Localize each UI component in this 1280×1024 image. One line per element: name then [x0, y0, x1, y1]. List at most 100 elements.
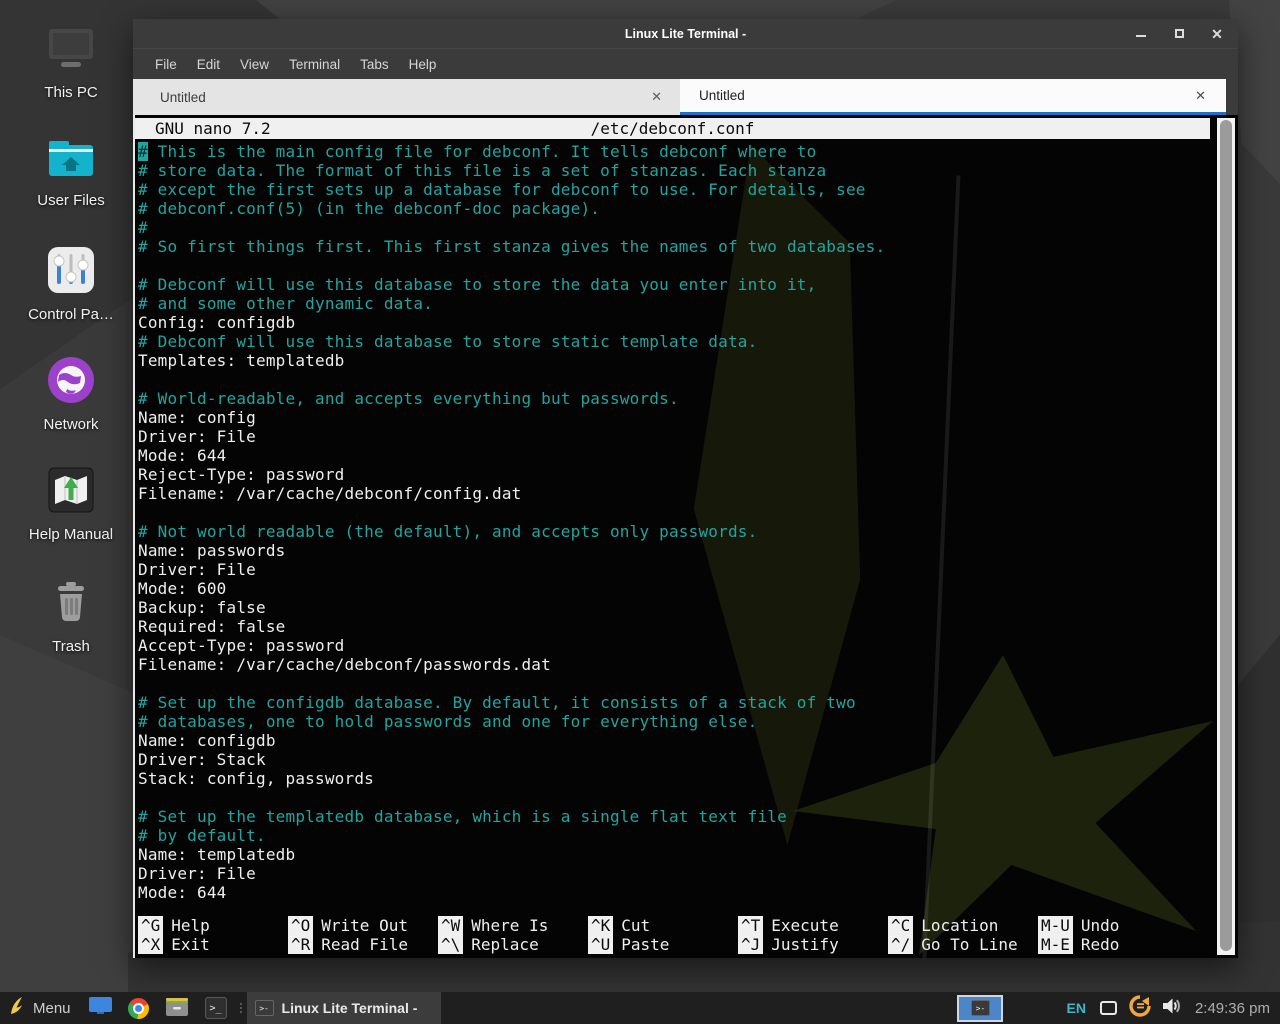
shortcut-label: Location	[921, 916, 998, 935]
shortcut-label: Write Out	[321, 916, 408, 935]
taskbar: Menu >_ >- Linux Lite Terminal - >- EN	[0, 992, 1280, 1024]
desktop-icon-this-pc[interactable]: This PC	[12, 26, 130, 101]
taskbar-window-label: Linux Lite Terminal -	[282, 1000, 418, 1016]
volume-control[interactable]	[1156, 992, 1187, 1024]
desktop-icon-user-files[interactable]: User Files	[12, 136, 130, 209]
editor-line: Filename: /var/cache/debconf/config.dat	[135, 484, 1210, 503]
editor-line	[135, 788, 1210, 807]
chrome-launcher[interactable]	[120, 992, 157, 1024]
clock[interactable]: 2:49:36 pm	[1187, 1000, 1280, 1017]
shortcut-label: Exit	[171, 935, 210, 954]
shortcut-row-1: ^GHelp^OWrite Out^WWhere Is^KCut^TExecut…	[135, 916, 1210, 935]
shortcut-key: M-E	[1038, 935, 1073, 954]
shortcut-key: ^T	[738, 916, 763, 935]
editor-line: Driver: File	[135, 427, 1210, 446]
shortcut-key: ^X	[138, 935, 163, 954]
shortcut-label: Cut	[621, 916, 650, 935]
show-desktop-button[interactable]	[81, 992, 120, 1024]
editor-line: Reject-Type: password	[135, 465, 1210, 484]
editor-line: Mode: 600	[135, 579, 1210, 598]
close-button[interactable]: ✕	[1210, 27, 1224, 41]
shortcut-row-2: ^XExit^RRead File^\Replace^UPaste^JJusti…	[135, 935, 1210, 954]
menu-item-file[interactable]: File	[145, 57, 187, 72]
terminal-launcher[interactable]: >_	[197, 992, 235, 1024]
editor-line: Filename: /var/cache/debconf/passwords.d…	[135, 655, 1210, 674]
terminal-content[interactable]: GNU nano 7.2 /etc/debconf.conf # This is…	[133, 115, 1238, 958]
desktop-icon-label: This PC	[44, 84, 97, 101]
editor-line: # except the first sets up a database fo…	[135, 180, 1210, 199]
editor-line	[135, 503, 1210, 522]
shortcut-help: ^GHelp	[135, 916, 285, 935]
nano-titlebar: GNU nano 7.2 /etc/debconf.conf	[135, 118, 1210, 139]
menu-item-edit[interactable]: Edit	[187, 57, 230, 72]
file-manager-launcher[interactable]	[157, 992, 197, 1024]
menu-label: Menu	[33, 1000, 71, 1017]
scrollbar-thumb[interactable]	[1220, 120, 1232, 951]
terminal-icon: >_	[205, 997, 227, 1019]
editor-line: # This is the main config file for debco…	[135, 142, 1210, 161]
editor-line: # databases, one to hold passwords and o…	[135, 712, 1210, 731]
editor-line: # Debconf will use this database to stor…	[135, 275, 1210, 294]
file-manager-icon	[165, 995, 189, 1022]
window-titlebar[interactable]: Linux Lite Terminal - ✕	[133, 19, 1238, 48]
desktop-icon-trash[interactable]: Trash	[12, 578, 130, 655]
shortcut-redo: M-E Redo	[1035, 935, 1185, 954]
shortcut-execute: ^T Execute	[735, 916, 885, 935]
editor-line: Templates: templatedb	[135, 351, 1210, 370]
desktop-icon-label: Network	[43, 416, 98, 433]
shortcut-location: ^CLocation	[885, 916, 1035, 935]
tab-untitled-2[interactable]: Untitled ✕	[680, 79, 1226, 115]
editor-line: Backup: false	[135, 598, 1210, 617]
editor-line: Name: config	[135, 408, 1210, 427]
taskbar-window-button[interactable]: >- Linux Lite Terminal -	[247, 992, 441, 1024]
shortcut-label: Redo	[1081, 935, 1120, 954]
start-menu-button[interactable]: Menu	[0, 992, 81, 1024]
shortcut-key: M-U	[1038, 916, 1073, 935]
tab-close-icon[interactable]: ✕	[1191, 88, 1210, 104]
editor-line: Mode: 644	[135, 446, 1210, 465]
text-cursor: #	[138, 142, 148, 161]
speaker-icon	[1161, 996, 1182, 1021]
menu-item-terminal[interactable]: Terminal	[279, 57, 350, 72]
shortcut-read-file: ^RRead File	[285, 935, 435, 954]
editor-line: # by default.	[135, 826, 1210, 845]
tab-bar: Untitled ✕ Untitled ✕	[133, 79, 1238, 115]
tab-close-icon[interactable]: ✕	[647, 89, 666, 105]
terminal-scrollbar[interactable]	[1217, 118, 1235, 955]
editor-line	[135, 674, 1210, 693]
user-files-folder-icon	[45, 136, 97, 185]
tab-untitled-1[interactable]: Untitled ✕	[133, 79, 680, 115]
terminal-icon: >-	[255, 1000, 274, 1016]
nano-shortcuts: ^GHelp^OWrite Out^WWhere Is^KCut^TExecut…	[135, 916, 1210, 954]
window-tray-icon[interactable]	[1100, 1001, 1117, 1015]
shortcut-undo: M-UUndo	[1035, 916, 1185, 935]
desktop-icon-control-panel[interactable]: Control Pa…	[12, 246, 130, 323]
editor-line: Stack: config, passwords	[135, 769, 1210, 788]
desktop-icon-blue	[89, 997, 112, 1019]
desktop-icon-help-manual[interactable]: Help Manual	[12, 466, 130, 543]
chrome-icon	[128, 998, 149, 1019]
workspace-pager[interactable]: >-	[957, 995, 1003, 1022]
editor-line: # So first things first. This first stan…	[135, 237, 1210, 256]
minimize-icon	[1136, 35, 1146, 37]
shortcut-key: ^U	[588, 935, 613, 954]
menu-item-help[interactable]: Help	[399, 57, 447, 72]
menu-item-view[interactable]: View	[230, 57, 279, 72]
update-notifier[interactable]	[1124, 992, 1156, 1024]
terminal-icon: >-	[971, 1000, 990, 1016]
tab-label: Untitled	[680, 88, 745, 103]
keyboard-layout-indicator[interactable]: EN	[1059, 1000, 1092, 1016]
desktop-icon-label: Help Manual	[29, 526, 113, 543]
editor-line: # store data. The format of this file is…	[135, 161, 1210, 180]
shortcut-key: ^G	[138, 916, 163, 935]
editor-line: # Debconf will use this database to stor…	[135, 332, 1210, 351]
desktop-icon-network[interactable]: Network	[12, 356, 130, 433]
shortcut-label: Execute	[771, 916, 838, 935]
minimize-button[interactable]	[1134, 27, 1148, 41]
menu-item-tabs[interactable]: Tabs	[350, 57, 399, 72]
shortcut-key: ^W	[438, 916, 463, 935]
shortcut-justify: ^JJustify	[735, 935, 885, 954]
taskbar-separator-handle[interactable]	[237, 996, 245, 1020]
trash-can-icon	[47, 578, 95, 631]
maximize-button[interactable]	[1172, 27, 1186, 41]
